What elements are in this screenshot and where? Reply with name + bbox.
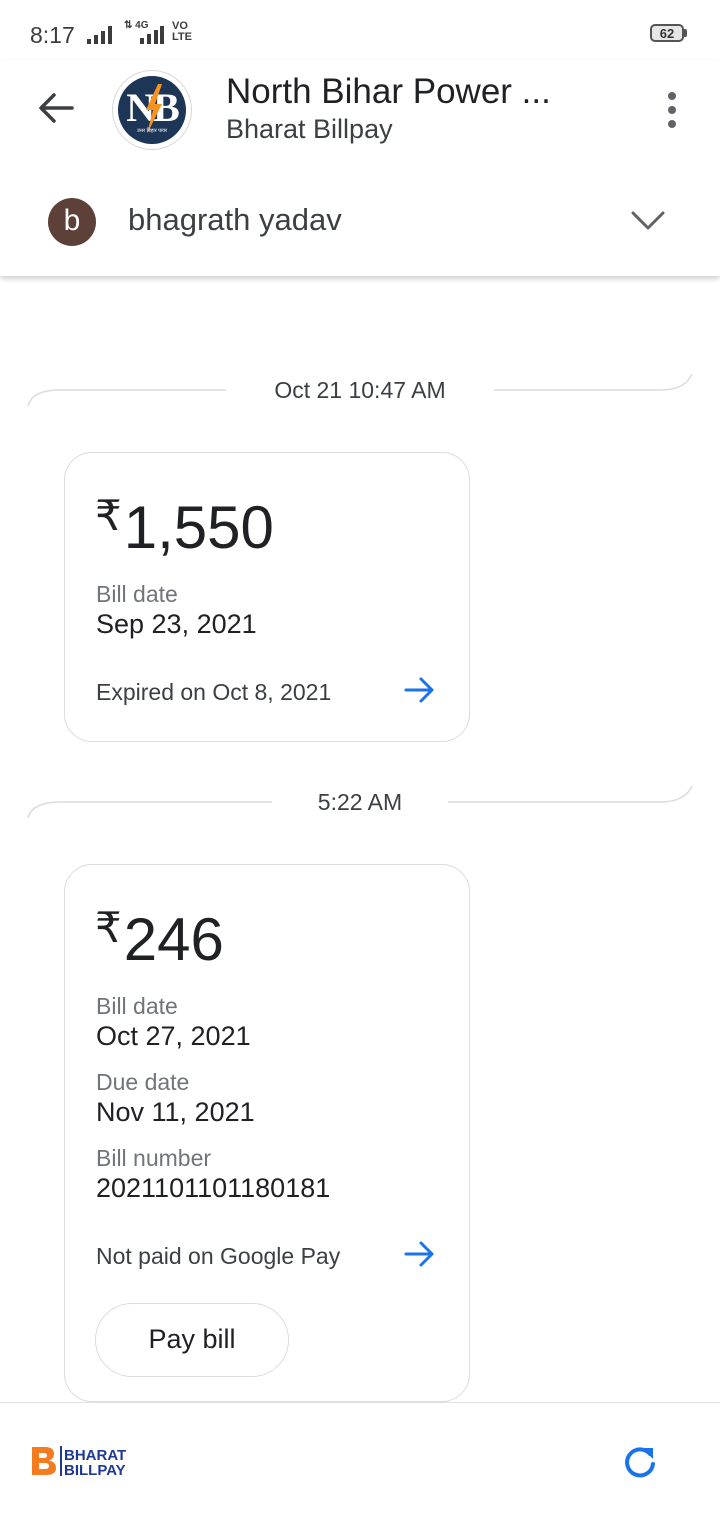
biller-logo-image: NB उत्तर बिहार पावर — [118, 76, 186, 144]
bill-number-value: 20211011011801​81 — [96, 1173, 331, 1203]
timestamp-2: 5:22 AM — [317, 789, 403, 815]
back-arrow-icon — [39, 93, 74, 123]
bill-card-2[interactable]: ₹246 Bill date Oct 27, 2021 Due date Nov… — [64, 864, 470, 1402]
bill-amount: ₹1,550 — [95, 492, 274, 561]
bbps-divider — [60, 1446, 62, 1476]
biller-title: North Bihar Power ... — [226, 72, 551, 111]
bill-status: Not paid on Google Pay — [96, 1243, 341, 1269]
bharat-billpay-wordmark: BHARAT BILLPAY — [64, 1447, 127, 1479]
account-avatar: b — [48, 198, 96, 246]
signal-icon — [87, 26, 117, 44]
bill-date-label: Bill date — [96, 581, 178, 607]
bill-number-label: Bill number — [96, 1145, 212, 1171]
pay-bill-button[interactable]: Pay bill — [95, 1303, 289, 1377]
arrow-right-icon[interactable] — [403, 675, 437, 705]
volte-indicator: VO LTE — [172, 20, 192, 43]
status-time: 8:17 — [30, 22, 75, 48]
bill-status: Expired on Oct 8, 2021 — [96, 679, 332, 705]
refresh-icon — [625, 1447, 655, 1478]
due-date-label: Due date — [96, 1069, 190, 1095]
bill-date-value: Oct 27, 2021 — [96, 1021, 251, 1051]
arrow-right-icon[interactable] — [403, 1239, 437, 1269]
biller-subtitle: Bharat Billpay — [226, 114, 393, 144]
account-dropdown-button[interactable] — [628, 206, 668, 236]
bill-date-value: Sep 23, 2021 — [96, 609, 257, 639]
signal-icon-2 — [140, 26, 164, 44]
refresh-button[interactable] — [620, 1442, 660, 1482]
battery-icon: 62 — [650, 24, 684, 42]
more-options-button[interactable] — [660, 88, 684, 132]
back-button[interactable] — [34, 86, 78, 130]
due-date-value: Nov 11, 2021 — [96, 1097, 255, 1127]
account-name[interactable]: bhagrath yadav — [128, 202, 342, 238]
bharat-billpay-logo — [32, 1447, 56, 1475]
bill-card-1[interactable]: ₹1,550 Bill date Sep 23, 2021 Expired on… — [64, 452, 470, 742]
bill-date-label: Bill date — [96, 993, 178, 1019]
status-bar: 8:17 ⇅ 4G VO LTE 62 — [0, 0, 720, 60]
battery-tip — [684, 29, 687, 37]
chevron-down-icon — [631, 211, 665, 230]
bill-amount: ₹246 — [95, 904, 224, 973]
timestamp-1: Oct 21 10:47 AM — [274, 377, 446, 403]
logo-caption: उत्तर बिहार पावर — [136, 128, 168, 134]
